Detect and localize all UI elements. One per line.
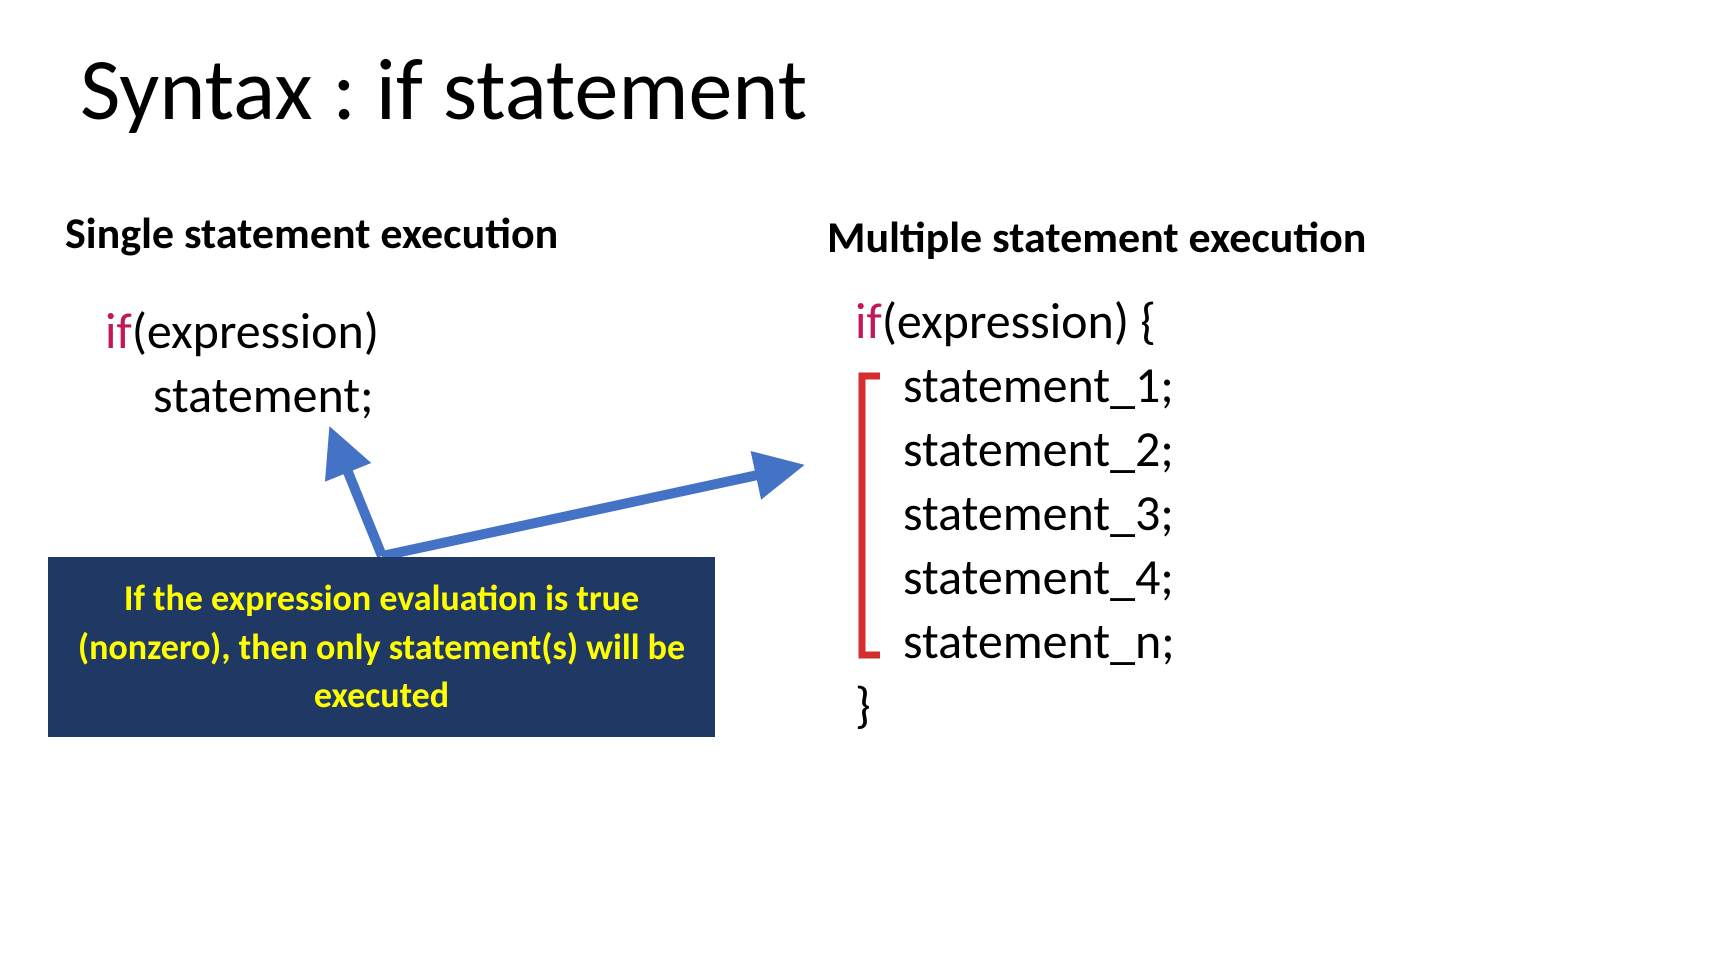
left-heading: Single statement execution [65, 206, 558, 260]
right-heading: Multiple statement execution [827, 210, 1366, 264]
statement-2: statement_2; [903, 419, 1174, 480]
page-title: Syntax : if statement [80, 35, 807, 143]
if-keyword-right: if [855, 291, 882, 352]
expression-left: (expression) [132, 301, 379, 362]
if-keyword-left: if [105, 301, 132, 362]
close-brace: } [855, 675, 871, 736]
statement-left: statement; [153, 365, 373, 426]
expression-right: (expression) { [882, 291, 1156, 352]
callout-text: If the expression evaluation is true (no… [68, 574, 695, 720]
callout-box: If the expression evaluation is true (no… [48, 557, 715, 737]
single-statement-code: if(expression) statement; [105, 300, 379, 428]
statement-3: statement_3; [903, 483, 1174, 544]
statement-4: statement_4; [903, 547, 1174, 608]
statement-n: statement_n; [903, 611, 1175, 672]
multiple-statement-code: if(expression) { statement_1; statement_… [855, 290, 1175, 738]
statement-1: statement_1; [903, 355, 1174, 416]
